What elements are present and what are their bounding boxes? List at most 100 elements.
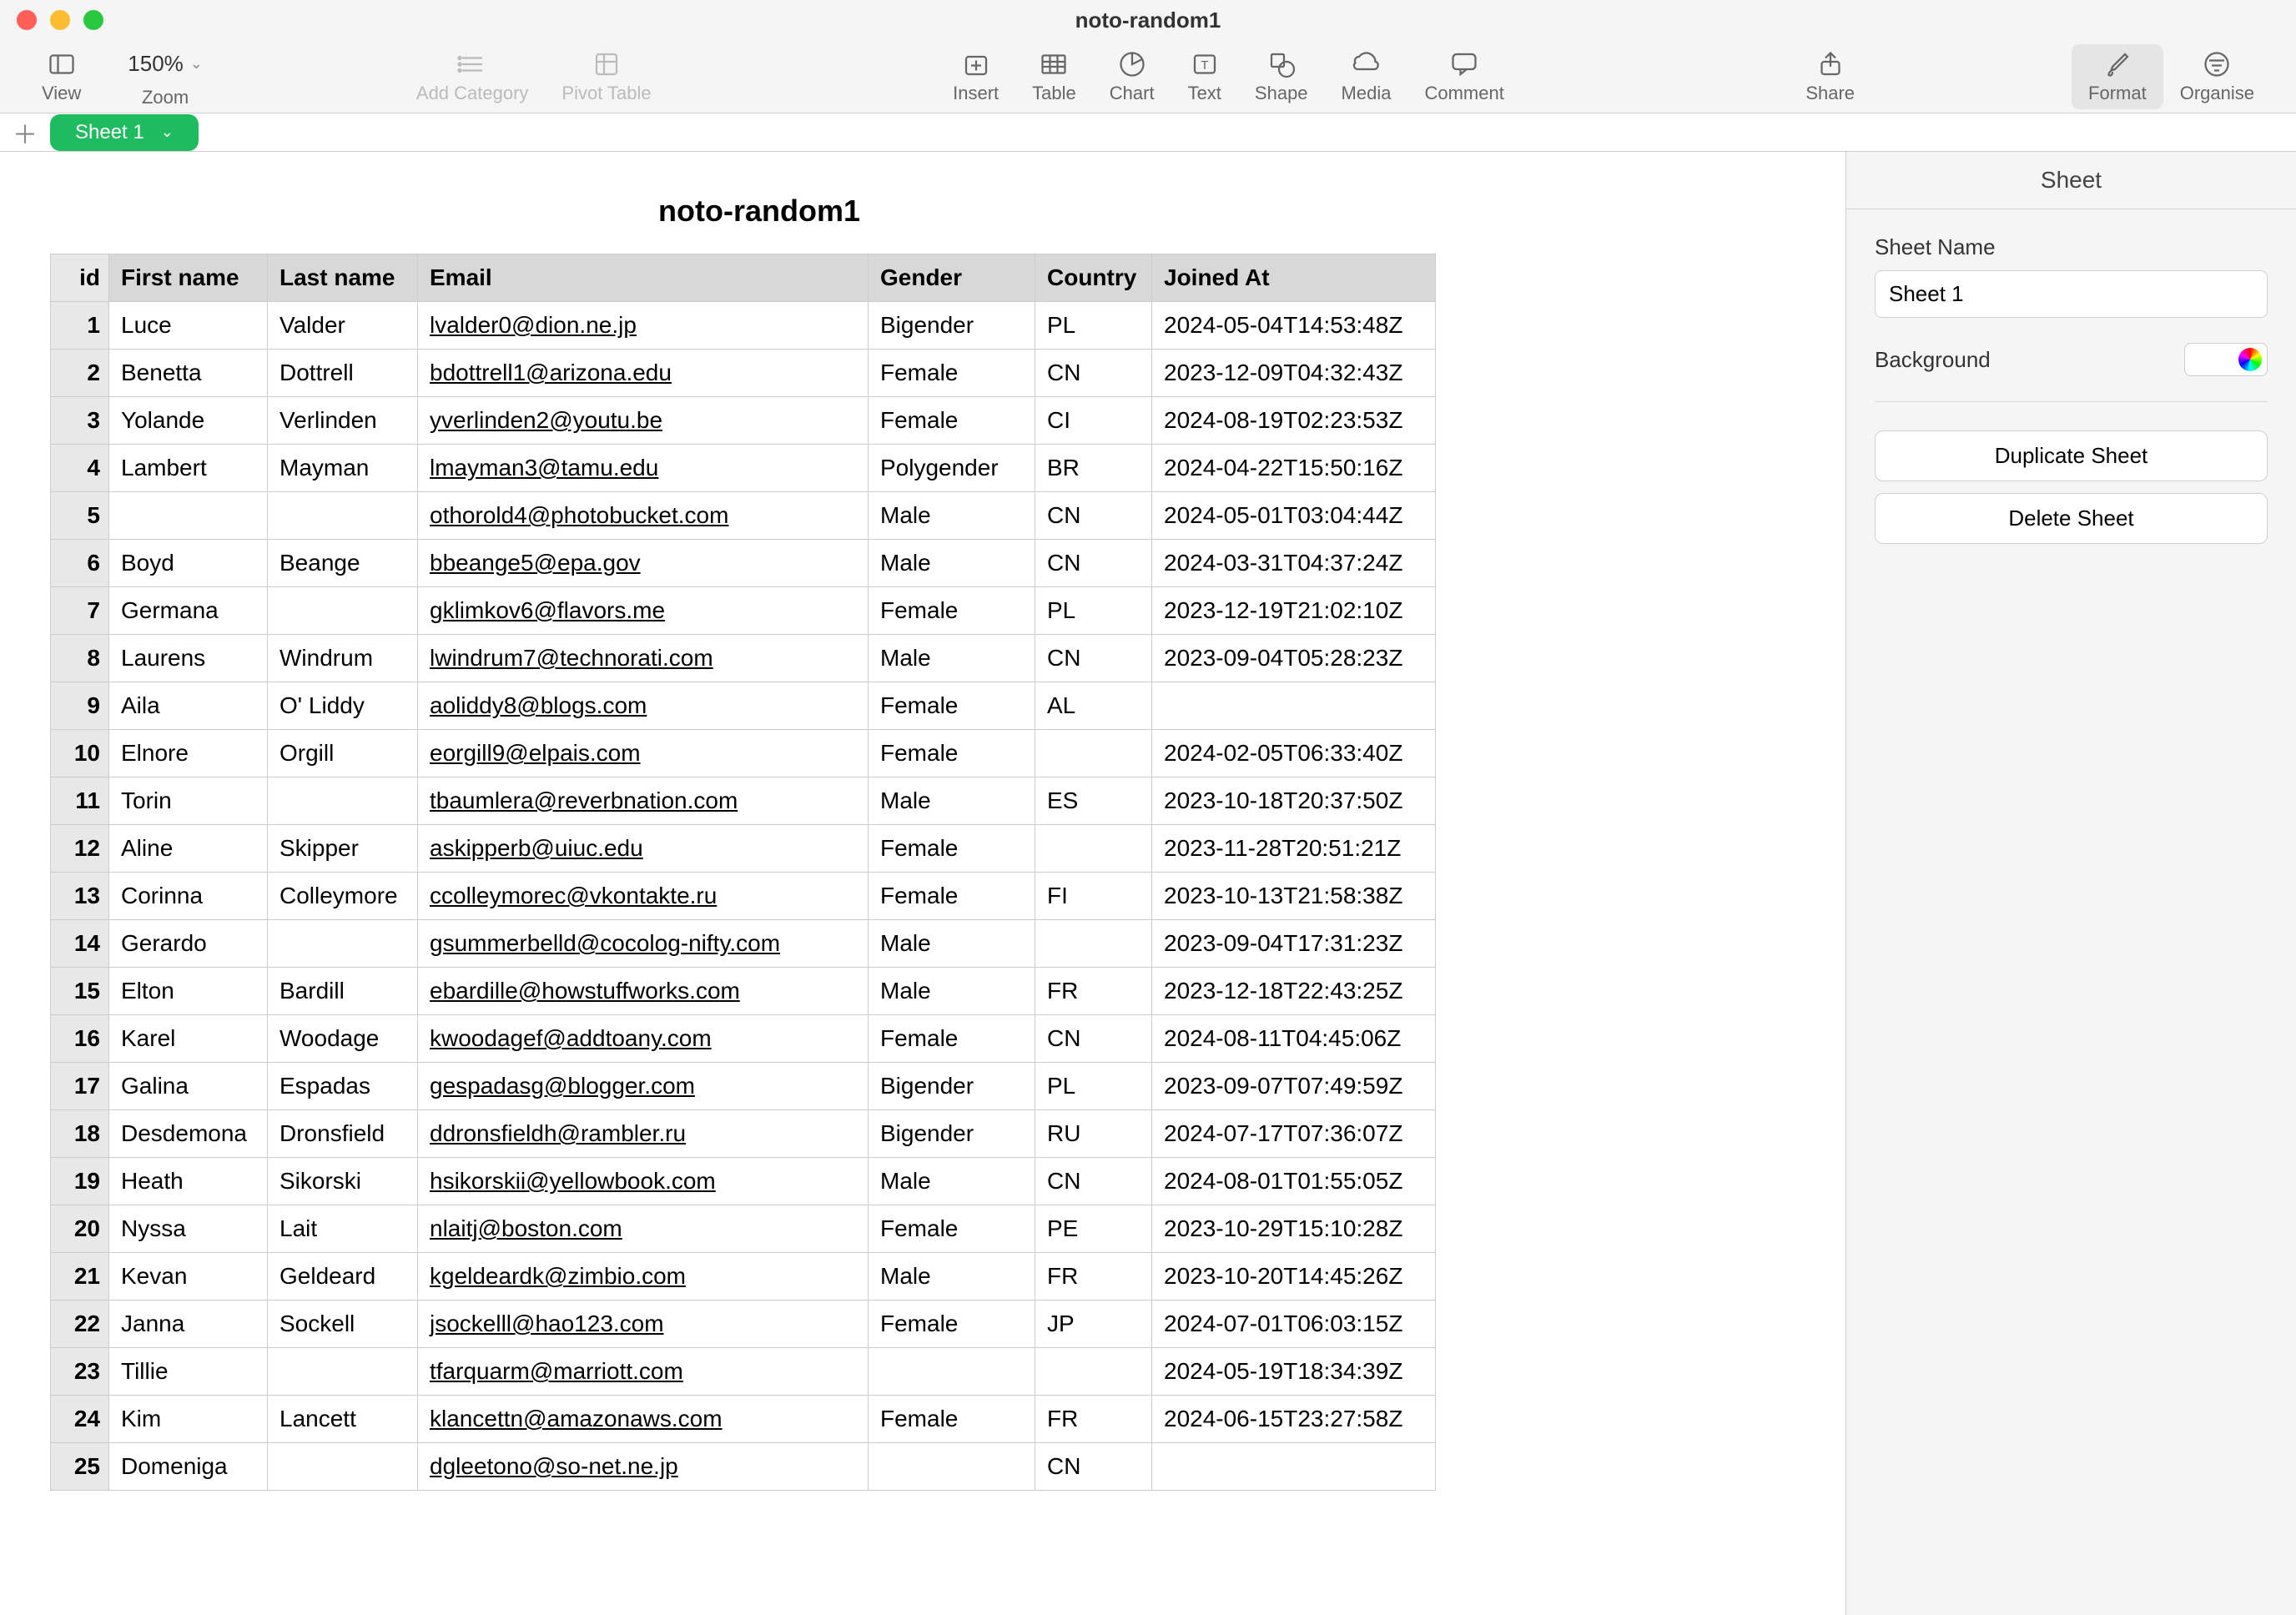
table-row[interactable]: 7Germanagklimkov6@flavors.meFemalePL2023… [51, 587, 1436, 635]
table-cell[interactable]: 2023-12-09T04:32:43Z [1152, 350, 1436, 397]
table-cell[interactable]: Boyd [109, 540, 268, 587]
column-header[interactable]: Email [418, 254, 869, 302]
table-row[interactable]: 12AlineSkipperaskipperb@uiuc.eduFemale20… [51, 825, 1436, 873]
table-cell[interactable]: 23 [51, 1348, 109, 1396]
email-link[interactable]: lwindrum7@technorati.com [430, 645, 713, 671]
email-link[interactable]: ddronsfieldh@rambler.ru [430, 1120, 686, 1146]
table-cell[interactable]: 14 [51, 920, 109, 968]
table-cell[interactable]: Female [869, 397, 1035, 445]
table-cell[interactable]: Lambert [109, 445, 268, 492]
email-link[interactable]: ebardille@howstuffworks.com [430, 978, 740, 1004]
table-cell[interactable]: FR [1035, 968, 1152, 1015]
table-cell[interactable]: 2024-08-19T02:23:53Z [1152, 397, 1436, 445]
email-link[interactable]: hsikorskii@yellowbook.com [430, 1168, 716, 1194]
table-cell[interactable]: 18 [51, 1110, 109, 1158]
column-header[interactable]: First name [109, 254, 268, 302]
table-cell[interactable]: Bardill [268, 968, 418, 1015]
column-header[interactable]: Gender [869, 254, 1035, 302]
table-cell[interactable]: BR [1035, 445, 1152, 492]
table-cell[interactable]: Bigender [869, 1110, 1035, 1158]
table-cell[interactable]: CN [1035, 1158, 1152, 1205]
table-cell[interactable]: 8 [51, 635, 109, 682]
table-cell[interactable]: 3 [51, 397, 109, 445]
table-cell[interactable]: PL [1035, 302, 1152, 350]
email-link[interactable]: nlaitj@boston.com [430, 1215, 622, 1241]
table-cell[interactable]: Female [869, 1205, 1035, 1253]
pivot-table-button[interactable]: Pivot Table [545, 44, 667, 109]
table-cell[interactable]: Elton [109, 968, 268, 1015]
table-row[interactable]: 4LambertMaymanlmayman3@tamu.eduPolygende… [51, 445, 1436, 492]
table-cell[interactable]: jsockelll@hao123.com [418, 1301, 869, 1348]
table-cell[interactable]: 2023-10-20T14:45:26Z [1152, 1253, 1436, 1301]
table-cell[interactable] [869, 1348, 1035, 1396]
table-button[interactable]: Table [1015, 44, 1093, 109]
spreadsheet-canvas[interactable]: noto-random1 idFirst nameLast nameEmailG… [0, 152, 1845, 1615]
fullscreen-window-button[interactable] [83, 10, 103, 30]
table-row[interactable]: 2BenettaDottrellbdottrell1@arizona.eduFe… [51, 350, 1436, 397]
table-cell[interactable]: 2023-12-19T21:02:10Z [1152, 587, 1436, 635]
table-cell[interactable] [1035, 920, 1152, 968]
table-cell[interactable]: Male [869, 968, 1035, 1015]
table-cell[interactable]: Male [869, 635, 1035, 682]
table-cell[interactable] [268, 1443, 418, 1491]
table-cell[interactable]: nlaitj@boston.com [418, 1205, 869, 1253]
table-cell[interactable]: JP [1035, 1301, 1152, 1348]
table-cell[interactable]: 2023-09-07T07:49:59Z [1152, 1063, 1436, 1110]
shape-button[interactable]: Shape [1238, 44, 1325, 109]
table-cell[interactable]: 12 [51, 825, 109, 873]
table-cell[interactable] [1152, 1443, 1436, 1491]
table-cell[interactable]: 2 [51, 350, 109, 397]
share-button[interactable]: Share [1789, 44, 1871, 109]
table-cell[interactable]: CN [1035, 1015, 1152, 1063]
table-cell[interactable]: Aila [109, 682, 268, 730]
table-cell[interactable]: FR [1035, 1396, 1152, 1443]
chart-button[interactable]: Chart [1093, 44, 1171, 109]
email-link[interactable]: gespadasg@blogger.com [430, 1073, 695, 1099]
table-cell[interactable]: 2024-08-11T04:45:06Z [1152, 1015, 1436, 1063]
table-row[interactable]: 13CorinnaColleymoreccolleymorec@vkontakt… [51, 873, 1436, 920]
table-cell[interactable]: Torin [109, 777, 268, 825]
table-cell[interactable]: Female [869, 730, 1035, 777]
table-cell[interactable]: 11 [51, 777, 109, 825]
duplicate-sheet-button[interactable]: Duplicate Sheet [1875, 430, 2268, 481]
view-button[interactable]: View [25, 44, 98, 109]
table-cell[interactable]: FI [1035, 873, 1152, 920]
table-title[interactable]: noto-random1 [58, 194, 1460, 229]
table-cell[interactable]: Domeniga [109, 1443, 268, 1491]
table-cell[interactable]: 2023-10-13T21:58:38Z [1152, 873, 1436, 920]
table-cell[interactable]: CN [1035, 492, 1152, 540]
format-button[interactable]: Format [2072, 44, 2163, 109]
inspector-tab-sheet[interactable]: Sheet [1846, 152, 2296, 209]
table-cell[interactable]: gsummerbelld@cocolog-nifty.com [418, 920, 869, 968]
table-cell[interactable]: Female [869, 587, 1035, 635]
table-cell[interactable]: Male [869, 777, 1035, 825]
table-cell[interactable]: AL [1035, 682, 1152, 730]
table-cell[interactable]: 2023-11-28T20:51:21Z [1152, 825, 1436, 873]
table-cell[interactable]: gespadasg@blogger.com [418, 1063, 869, 1110]
table-row[interactable]: 21KevanGeldeardkgeldeardk@zimbio.comMale… [51, 1253, 1436, 1301]
table-row[interactable]: 23Tillietfarquarm@marriott.com2024-05-19… [51, 1348, 1436, 1396]
table-cell[interactable]: PL [1035, 1063, 1152, 1110]
email-link[interactable]: tfarquarm@marriott.com [430, 1358, 683, 1384]
table-cell[interactable]: Colleymore [268, 873, 418, 920]
table-cell[interactable]: Male [869, 920, 1035, 968]
table-cell[interactable]: 9 [51, 682, 109, 730]
table-row[interactable]: 3YolandeVerlindenyverlinden2@youtu.beFem… [51, 397, 1436, 445]
table-cell[interactable]: Luce [109, 302, 268, 350]
table-cell[interactable]: PL [1035, 587, 1152, 635]
table-cell[interactable]: Valder [268, 302, 418, 350]
email-link[interactable]: klancettn@amazonaws.com [430, 1406, 723, 1431]
table-cell[interactable]: Corinna [109, 873, 268, 920]
table-cell[interactable]: Geldeard [268, 1253, 418, 1301]
table-cell[interactable]: kwoodagef@addtoany.com [418, 1015, 869, 1063]
table-row[interactable]: 25Domenigadgleetono@so-net.ne.jpCN [51, 1443, 1436, 1491]
table-row[interactable]: 18DesdemonaDronsfieldddronsfieldh@ramble… [51, 1110, 1436, 1158]
table-cell[interactable]: lwindrum7@technorati.com [418, 635, 869, 682]
table-cell[interactable] [268, 587, 418, 635]
minimize-window-button[interactable] [50, 10, 70, 30]
table-cell[interactable]: ES [1035, 777, 1152, 825]
table-cell[interactable]: 25 [51, 1443, 109, 1491]
table-cell[interactable]: 24 [51, 1396, 109, 1443]
media-button[interactable]: Media [1325, 44, 1408, 109]
table-row[interactable]: 19HeathSikorskihsikorskii@yellowbook.com… [51, 1158, 1436, 1205]
